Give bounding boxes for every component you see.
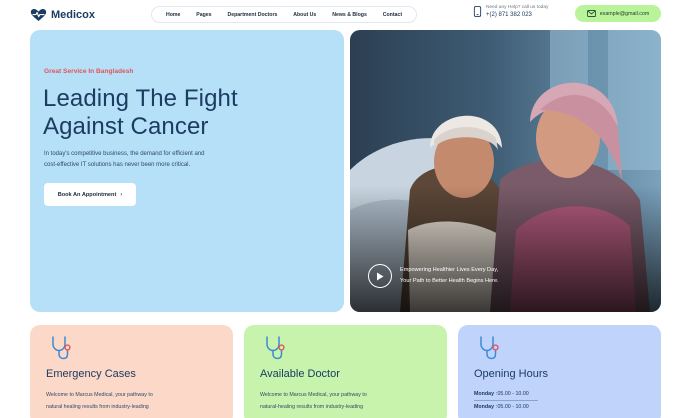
help-label: Need any Help? call us today: [486, 5, 549, 10]
email-label: example@gmail.com: [599, 10, 650, 17]
hours-time: :05.00 - 10.00: [496, 391, 529, 397]
cta-label: Book An Appointment: [57, 191, 117, 198]
hours-time: :05.00 - 10.00: [496, 404, 529, 410]
card-title: Available Doctor: [260, 368, 340, 380]
phone-icon: [473, 6, 482, 17]
opening-hours-card[interactable]: Opening Hours Monday :05.00 - 10.00 Mond…: [458, 325, 661, 418]
brand-logo[interactable]: Medicox: [30, 6, 95, 24]
hero-title: Leading The Fight Against Cancer: [43, 85, 303, 141]
nav-item-department-doctors[interactable]: Department Doctors: [227, 12, 277, 18]
stethoscope-icon: [266, 336, 285, 360]
mail-icon: [586, 10, 596, 17]
hours-day: Monday: [474, 391, 495, 397]
play-video-button[interactable]: [368, 264, 392, 288]
card-text-line1: Welcome to Marcus Medical, your pathway …: [46, 392, 153, 398]
heart-logo-icon: [30, 9, 47, 21]
hero-desc-line1: In today's competitive business, the dem…: [44, 151, 205, 157]
card-text: Welcome to Marcus Medical, your pathway …: [260, 389, 435, 413]
hero-description: In today's competitive business, the dem…: [44, 149, 244, 171]
card-text-line1: Welcome to Marcus Medical, your pathway …: [260, 392, 367, 398]
opening-hours-list: Monday :05.00 - 10.00 Monday :05.00 - 10…: [474, 388, 538, 413]
nav-item-home[interactable]: Home: [166, 12, 180, 18]
hero-title-line1: Leading The Fight: [43, 85, 238, 112]
hero-eyebrow: Great Service In Bangladesh: [44, 68, 134, 75]
hours-row: Monday :05.00 - 10.00: [474, 388, 538, 400]
nav-item-contact[interactable]: Contact: [383, 12, 402, 18]
nav-item-pages[interactable]: Pages: [196, 12, 211, 18]
hero-desc-line2: cost-effective IT solutions has never be…: [44, 162, 191, 168]
email-button[interactable]: example@gmail.com: [575, 5, 661, 22]
video-caption-line2: Your Path to Better Health Begins Here.: [400, 278, 499, 284]
main-nav: Home Pages Department Doctors About Us N…: [151, 6, 417, 23]
hero-title-line2: Against Cancer: [43, 113, 209, 140]
help-contact[interactable]: Need any Help? call us today +(2) 871 38…: [473, 5, 548, 18]
nav-item-news-blogs[interactable]: News & Blogs: [332, 12, 367, 18]
help-phone[interactable]: +(2) 871 382 023: [486, 12, 548, 18]
nav-item-about-us[interactable]: About Us: [293, 12, 316, 18]
hero-photo: Empowering Healthier Lives Every Day, Yo…: [350, 30, 661, 312]
available-doctor-card[interactable]: Available Doctor Welcome to Marcus Medic…: [244, 325, 447, 418]
card-text: Welcome to Marcus Medical, your pathway …: [46, 389, 221, 413]
video-caption-line1: Empowering Healthier Lives Every Day,: [400, 267, 499, 273]
hours-day: Monday: [474, 404, 495, 410]
stethoscope-icon: [480, 336, 499, 360]
stethoscope-icon: [52, 336, 71, 360]
hours-row: Monday :05.00 - 10.00: [474, 401, 538, 413]
video-caption: Empowering Healthier Lives Every Day, Yo…: [400, 267, 499, 284]
book-appointment-button[interactable]: Book An Appointment ›: [44, 183, 136, 206]
play-icon: [377, 272, 384, 280]
chevron-right-icon: ›: [120, 191, 123, 198]
card-title: Emergency Cases: [46, 368, 136, 380]
card-text-line2: natural healing results from industry-le…: [46, 404, 149, 410]
brand-name: Medicox: [51, 9, 96, 21]
emergency-cases-card[interactable]: Emergency Cases Welcome to Marcus Medica…: [30, 325, 233, 418]
patients-photo: [350, 30, 661, 312]
card-title: Opening Hours: [474, 368, 548, 380]
card-text-line2: natural-healing results from industry-le…: [260, 404, 364, 410]
